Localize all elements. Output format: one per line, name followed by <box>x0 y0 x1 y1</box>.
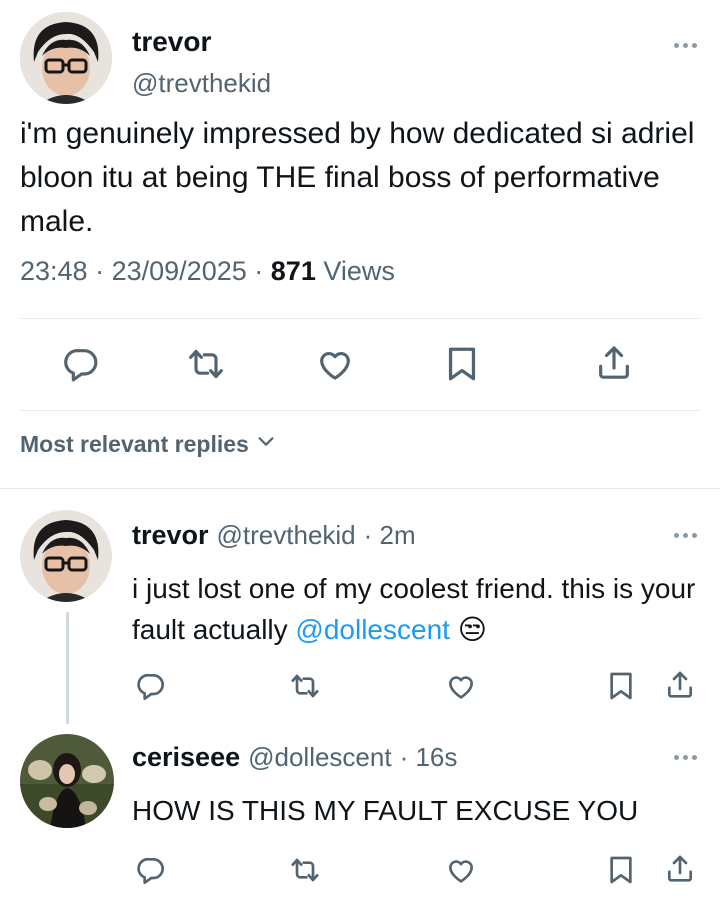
reply-author-name[interactable]: ceriseee <box>132 742 240 773</box>
divider <box>0 488 720 489</box>
tweet-meta: 23:48 · 23/09/2025 · 871 Views <box>20 256 395 287</box>
bookmark-icon[interactable] <box>606 670 636 702</box>
reply-icon[interactable] <box>134 854 166 886</box>
retweet-icon[interactable] <box>288 670 322 702</box>
like-icon[interactable] <box>444 670 478 702</box>
divider <box>20 318 700 319</box>
chevron-down-icon <box>255 430 277 458</box>
like-icon[interactable] <box>444 854 478 886</box>
reply-author-name[interactable]: trevor <box>132 520 209 551</box>
reply-text: i just lost one of my coolest friend. th… <box>132 568 702 650</box>
reply-author-handle[interactable]: @dollescent <box>248 742 391 773</box>
retweet-icon[interactable] <box>288 854 322 886</box>
divider <box>20 410 700 411</box>
reply-header: trevor @trevthekid · 2m <box>132 520 416 551</box>
more-options-icon[interactable] <box>674 530 704 540</box>
bookmark-icon[interactable] <box>444 344 480 384</box>
author-handle[interactable]: @trevthekid <box>132 68 271 99</box>
views-count: 871 <box>270 256 316 286</box>
meta-separator: · <box>254 256 264 286</box>
reply-header: ceriseee @dollescent · 16s <box>132 742 457 773</box>
more-options-icon[interactable] <box>674 752 704 762</box>
author-avatar[interactable] <box>20 12 112 104</box>
views-label: Views <box>323 256 395 286</box>
reply-icon[interactable] <box>60 344 100 384</box>
meta-separator: · <box>95 256 105 286</box>
reply-time[interactable]: · 16s <box>400 742 458 773</box>
tweet-date[interactable]: 23/09/2025 <box>112 256 247 286</box>
thread-line <box>66 612 69 724</box>
mention-link[interactable]: @dollescent <box>295 614 450 645</box>
like-icon[interactable] <box>314 344 356 384</box>
tweet-text: i'm genuinely impressed by how dedicated… <box>20 117 695 238</box>
reply-author-handle[interactable]: @trevthekid <box>217 520 356 551</box>
unamused-emoji: 😒 <box>457 614 487 645</box>
reply-icon[interactable] <box>134 670 166 702</box>
sort-replies-label: Most relevant replies <box>20 430 249 457</box>
reply-avatar[interactable] <box>20 510 112 602</box>
reply-text: HOW IS THIS MY FAULT EXCUSE YOU <box>132 795 639 826</box>
sort-replies-button[interactable]: Most relevant replies <box>20 430 277 458</box>
more-options-icon[interactable] <box>674 40 704 50</box>
retweet-icon[interactable] <box>186 344 226 384</box>
share-icon[interactable] <box>664 852 696 886</box>
reply-time[interactable]: · 2m <box>364 520 416 551</box>
author-name[interactable]: trevor <box>132 26 211 58</box>
tweet-time[interactable]: 23:48 <box>20 256 88 286</box>
share-icon[interactable] <box>594 342 634 384</box>
share-icon[interactable] <box>664 668 696 702</box>
bookmark-icon[interactable] <box>606 854 636 886</box>
reply-avatar[interactable] <box>20 734 114 828</box>
